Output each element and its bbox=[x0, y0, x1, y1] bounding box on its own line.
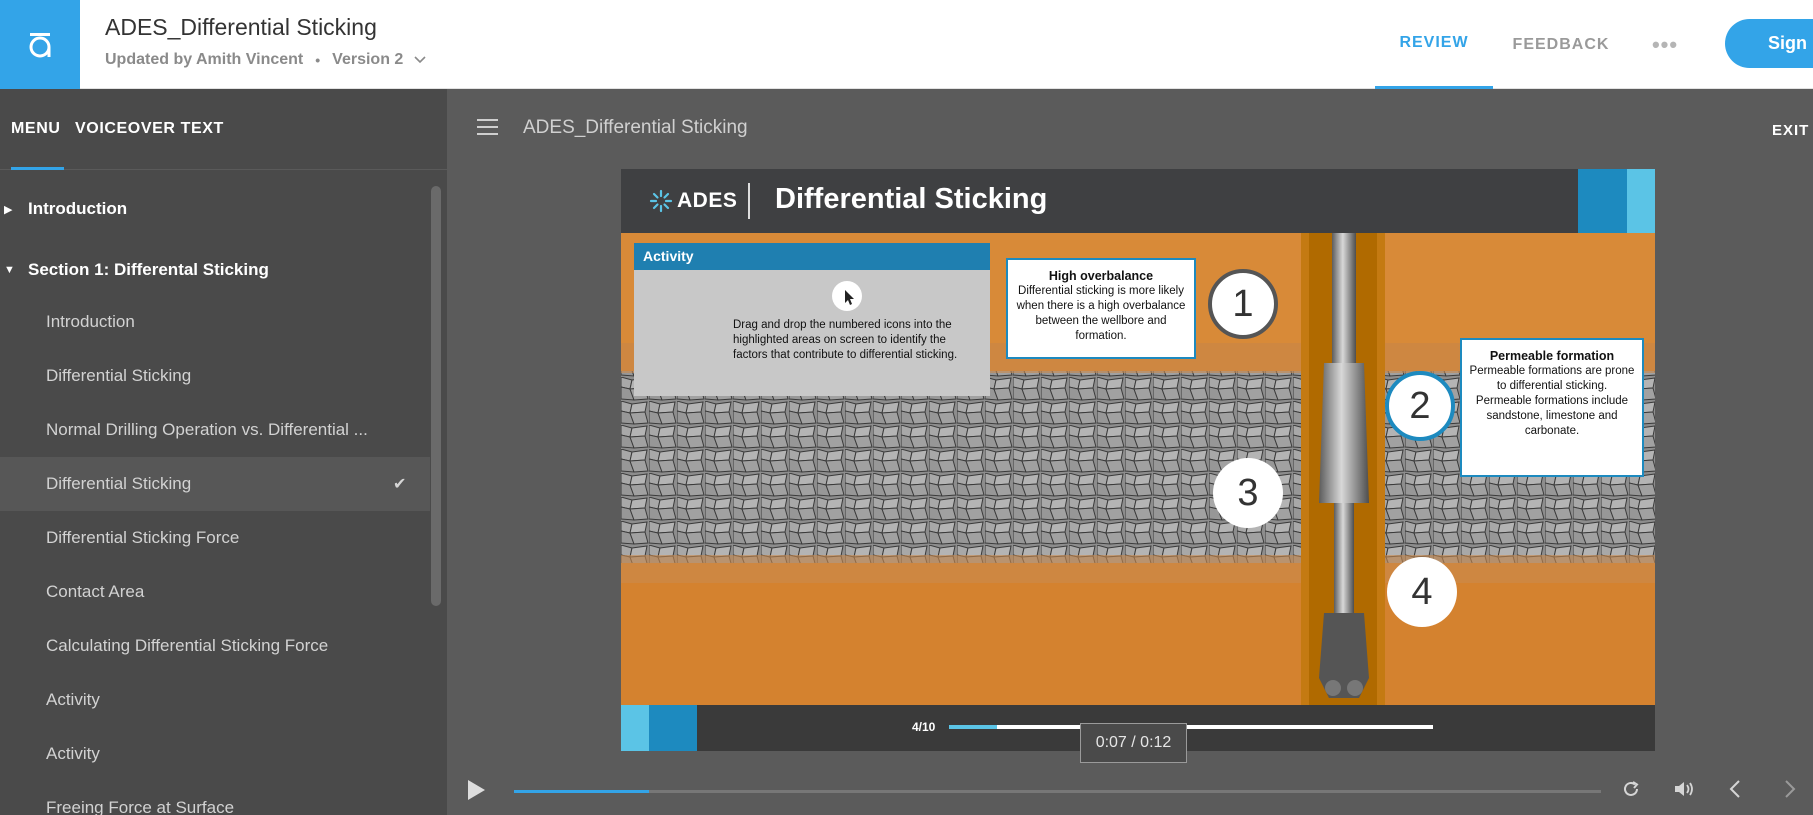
footer-accent bbox=[621, 705, 649, 751]
checkmark-icon: ✔ bbox=[393, 476, 407, 493]
version-label: Version 2 bbox=[332, 51, 404, 68]
drag-number-4[interactable]: 4 bbox=[1387, 557, 1457, 627]
header-divider bbox=[748, 183, 750, 219]
sidebar-item-label: Introduction bbox=[46, 312, 135, 331]
info-box-title: Permeable formation bbox=[1489, 349, 1615, 363]
activity-instructions: Drag and drop the numbered icons into th… bbox=[733, 319, 958, 361]
app-logo[interactable] bbox=[0, 0, 80, 89]
sidebar-item-label: Contact Area bbox=[46, 582, 145, 601]
tab-review[interactable]: REVIEW bbox=[1375, 0, 1493, 89]
sidebar-item-label: Differential Sticking bbox=[46, 474, 192, 493]
sidebar-item[interactable]: Normal Drilling Operation vs. Differenti… bbox=[0, 403, 430, 457]
info-box-text: Permeable formations are prone to differ… bbox=[1469, 365, 1635, 437]
ades-logo: ADES bbox=[649, 189, 737, 213]
project-meta: Updated by Amith Vincent • Version 2 bbox=[105, 51, 426, 69]
sidebar-item[interactable]: Differential Sticking Force bbox=[0, 511, 430, 565]
chevron-down-icon bbox=[414, 56, 426, 64]
updated-by: Updated by Amith Vincent bbox=[105, 51, 304, 68]
activity-panel: Activity Drag and drop the numbered icon… bbox=[634, 243, 990, 396]
drag-number-2[interactable]: 2 bbox=[1385, 371, 1455, 441]
drag-number-1[interactable]: 1 bbox=[1208, 269, 1278, 339]
caret-down-icon: ▼ bbox=[4, 264, 15, 276]
meta-separator: • bbox=[315, 52, 321, 68]
section-1[interactable]: ▼ Section 1: Differental Sticking bbox=[0, 250, 430, 290]
slide-header: ADES Differential Sticking bbox=[621, 169, 1655, 233]
player-progress-fill bbox=[514, 790, 649, 793]
more-options-icon[interactable]: ••• bbox=[1650, 0, 1680, 89]
hamburger-menu-icon[interactable] bbox=[477, 119, 498, 135]
tab-feedback[interactable]: FEEDBACK bbox=[1493, 0, 1629, 89]
slide-title: Differential Sticking bbox=[775, 183, 1048, 215]
sidebar-scrollbar[interactable] bbox=[431, 186, 441, 606]
slide-progress-bar[interactable] bbox=[949, 725, 1433, 729]
section-label: Section 1: Differental Sticking bbox=[28, 260, 269, 279]
info-box-text: Differential sticking is more likely whe… bbox=[1016, 285, 1186, 342]
play-icon[interactable] bbox=[468, 780, 485, 800]
section-introduction[interactable]: ▶ Introduction bbox=[0, 189, 430, 229]
info-box-high-overbalance: High overbalance Differential sticking i… bbox=[1006, 258, 1196, 359]
sidebar-item-label: Freeing Force at Surface bbox=[46, 798, 235, 815]
sidebar-item[interactable]: Introduction bbox=[0, 295, 430, 349]
ades-burst-icon bbox=[649, 189, 673, 213]
section-label: Introduction bbox=[28, 199, 128, 218]
sidebar-item[interactable]: Activity bbox=[0, 727, 430, 781]
tab-menu[interactable]: MENU bbox=[11, 120, 61, 138]
chevron-right-icon[interactable] bbox=[1782, 778, 1798, 800]
info-box-permeable-formation: Permeable formation Permeable formations… bbox=[1460, 338, 1644, 477]
slide-counter: 4/10 bbox=[912, 720, 936, 734]
drag-number-3[interactable]: 3 bbox=[1213, 458, 1283, 528]
sidebar-item-label: Differential Sticking Force bbox=[46, 528, 240, 547]
slide-viewer: ADES Differential Sticking Activity Drag… bbox=[621, 169, 1655, 751]
hand-cursor-icon bbox=[832, 281, 862, 311]
breadcrumb: ADES_Differential Sticking bbox=[523, 117, 748, 138]
sidebar-tabs: MENU VOICEOVER TEXT bbox=[0, 89, 447, 170]
wellbore-scene: Activity Drag and drop the numbered icon… bbox=[621, 233, 1655, 705]
sidebar-item-label: Activity bbox=[46, 690, 100, 709]
sidebar-item-label: Normal Drilling Operation vs. Differenti… bbox=[46, 420, 368, 439]
sidebar-item[interactable]: Activity bbox=[0, 673, 430, 727]
header-accent bbox=[1627, 169, 1655, 233]
sidebar-item-label: Calculating Differential Sticking Force bbox=[46, 636, 329, 655]
player-scrubber[interactable] bbox=[514, 790, 1601, 793]
active-tab-indicator bbox=[11, 167, 64, 170]
version-selector[interactable]: Version 2 bbox=[332, 51, 426, 69]
sidebar-item-label: Differential Sticking bbox=[46, 366, 192, 385]
sidebar-item[interactable]: Differential Sticking bbox=[0, 349, 430, 403]
footer-accent bbox=[649, 705, 697, 751]
header-accent bbox=[1578, 169, 1627, 233]
sidebar-item[interactable]: Freeing Force at Surface bbox=[0, 781, 430, 815]
sidebar-item-label: Activity bbox=[46, 744, 100, 763]
activity-title: Activity bbox=[634, 243, 990, 270]
ades-logo-text: ADES bbox=[677, 189, 738, 212]
sidebar: MENU VOICEOVER TEXT ▶ Introduction ▼ Sec… bbox=[0, 89, 447, 815]
slide-progress-fill bbox=[949, 725, 998, 729]
volume-icon[interactable] bbox=[1672, 778, 1696, 800]
top-bar: ADES_Differential Sticking Updated by Am… bbox=[0, 0, 1813, 89]
sidebar-item[interactable]: Calculating Differential Sticking Force bbox=[0, 619, 430, 673]
exit-button[interactable]: EXIT bbox=[1772, 122, 1809, 139]
project-title: ADES_Differential Sticking bbox=[105, 14, 377, 40]
replay-icon[interactable] bbox=[1620, 778, 1642, 800]
caret-right-icon: ▶ bbox=[4, 203, 13, 216]
app-logo-icon bbox=[29, 32, 51, 57]
sign-in-button[interactable]: Sign In bbox=[1725, 19, 1813, 68]
time-tooltip: 0:07 / 0:12 bbox=[1080, 723, 1187, 763]
sidebar-item-active[interactable]: Differential Sticking ✔ bbox=[0, 457, 430, 511]
info-box-title: High overbalance bbox=[1048, 269, 1154, 283]
sidebar-item[interactable]: Contact Area bbox=[0, 565, 430, 619]
tab-voiceover-text[interactable]: VOICEOVER TEXT bbox=[75, 120, 224, 138]
chevron-left-icon[interactable] bbox=[1727, 778, 1743, 800]
